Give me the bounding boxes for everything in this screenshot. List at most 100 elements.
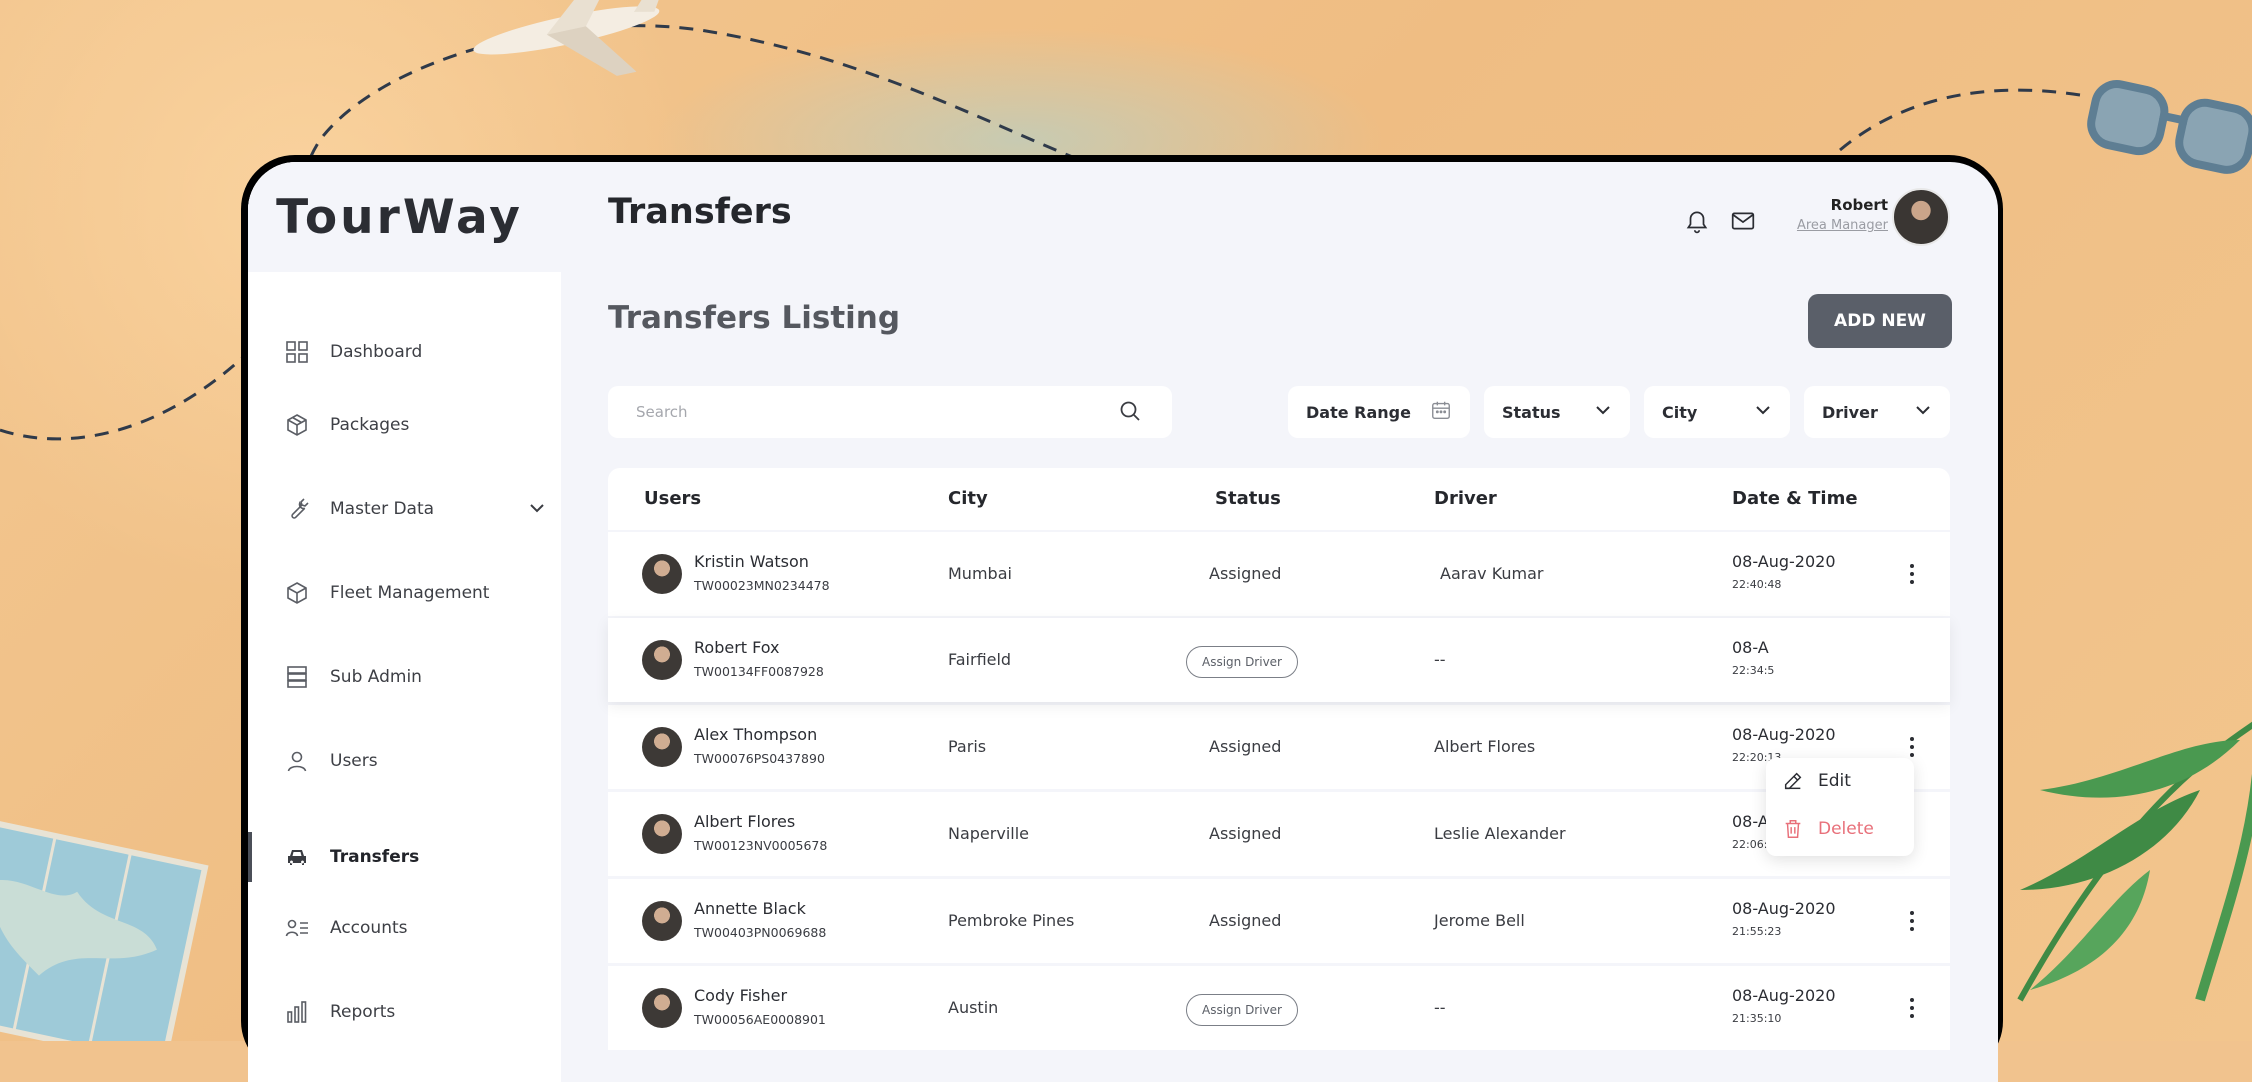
more-options-icon[interactable] xyxy=(1902,905,1922,937)
delete-menu-item[interactable]: Delete xyxy=(1782,818,1874,840)
pencil-icon xyxy=(1784,772,1802,790)
grid-icon xyxy=(284,339,310,365)
avatar xyxy=(642,901,682,941)
table-row[interactable]: Albert Flores TW00123NV0005678 Napervill… xyxy=(608,792,1950,876)
sidebar-item-label: Packages xyxy=(330,415,410,435)
assign-driver-button[interactable]: Assign Driver xyxy=(1186,994,1298,1026)
column-header-status[interactable]: Status xyxy=(1215,488,1281,509)
row-action-menu: Edit Delete xyxy=(1766,758,1914,856)
status-cell: Assigned xyxy=(1209,564,1282,583)
add-new-button[interactable]: ADD NEW xyxy=(1808,294,1952,348)
sidebar-item-packages[interactable]: Packages xyxy=(284,405,546,445)
user-role[interactable]: Area Manager xyxy=(1797,218,1888,233)
map-icon xyxy=(0,816,209,1041)
driver-cell: Leslie Alexander xyxy=(1434,824,1566,843)
date-range-label: Date Range xyxy=(1306,402,1411,422)
cube-icon xyxy=(284,580,310,606)
city-cell: Paris xyxy=(948,737,987,756)
sidebar-item-label: Accounts xyxy=(330,918,408,938)
transfers-table: Users City Status Driver Date & Time Kri… xyxy=(608,468,1950,1082)
sidebar-item-reports[interactable]: Reports xyxy=(284,992,546,1032)
time-cell: 22:40:48 xyxy=(1732,578,1782,591)
chevron-down-icon xyxy=(1914,401,1932,423)
sidebar-item-fleet-management[interactable]: Fleet Management xyxy=(284,573,546,613)
airplane-icon xyxy=(473,0,668,76)
chevron-down-icon[interactable] xyxy=(528,499,546,522)
table-row[interactable]: Robert Fox TW00134FF0087928 Fairfield As… xyxy=(608,618,1950,702)
delete-label: Delete xyxy=(1818,819,1874,839)
city-cell: Naperville xyxy=(948,824,1029,843)
table-row[interactable]: Annette Black TW00403PN0069688 Pembroke … xyxy=(608,879,1950,963)
user-name-cell: Alex Thompson xyxy=(694,725,818,744)
column-header-driver[interactable]: Driver xyxy=(1434,488,1497,509)
calendar-icon xyxy=(1430,399,1452,425)
sidebar-item-label: Users xyxy=(330,751,378,771)
column-header-date-time[interactable]: Date & Time xyxy=(1732,488,1858,509)
column-header-city[interactable]: City xyxy=(948,488,988,509)
chevron-down-icon xyxy=(1754,401,1772,423)
driver-cell: -- xyxy=(1434,998,1446,1017)
sidebar-item-label: Dashboard xyxy=(330,342,423,362)
more-options-icon[interactable] xyxy=(1902,992,1922,1024)
driver-filter-label: Driver xyxy=(1822,402,1878,422)
city-filter[interactable]: City xyxy=(1644,386,1790,438)
sidebar-item-dashboard[interactable]: Dashboard xyxy=(284,332,546,372)
user-id-cell: TW00076PS0437890 xyxy=(694,751,825,766)
city-cell: Austin xyxy=(948,998,999,1017)
city-filter-label: City xyxy=(1662,402,1698,422)
user-icon xyxy=(284,748,310,774)
sidebar-item-transfers[interactable]: Transfers xyxy=(284,837,546,877)
sidebar-item-label: Master Data xyxy=(330,499,435,519)
table-row[interactable]: Alex Thompson TW00076PS0437890 Paris Ass… xyxy=(608,705,1950,789)
city-cell: Pembroke Pines xyxy=(948,911,1075,930)
avatar[interactable] xyxy=(1892,188,1950,246)
active-indicator xyxy=(248,832,252,882)
date-cell: 08-Aug-2020 xyxy=(1732,725,1836,744)
avatar xyxy=(642,988,682,1028)
status-filter[interactable]: Status xyxy=(1484,386,1630,438)
sidebar-item-users[interactable]: Users xyxy=(284,741,546,781)
status-cell: Assigned xyxy=(1209,911,1282,930)
user-id-cell: TW00023MN0234478 xyxy=(694,578,830,593)
user-name-cell: Kristin Watson xyxy=(694,552,809,571)
page-title: Transfers xyxy=(608,192,792,232)
avatar xyxy=(642,554,682,594)
bar-chart-icon xyxy=(284,999,310,1025)
sidebar-item-master-data[interactable]: Master Data xyxy=(284,489,546,529)
bell-icon[interactable] xyxy=(1684,208,1710,234)
time-cell: 21:55:23 xyxy=(1732,925,1782,938)
avatar xyxy=(642,727,682,767)
avatar xyxy=(642,814,682,854)
city-cell: Mumbai xyxy=(948,564,1012,583)
status-cell: Assigned xyxy=(1209,737,1282,756)
sidebar-item-sub-admin[interactable]: Sub Admin xyxy=(284,657,546,697)
date-range-filter[interactable]: Date Range xyxy=(1288,386,1470,438)
date-cell: 08-Aug-2020 xyxy=(1732,986,1836,1005)
user-id-cell: TW00134FF0087928 xyxy=(694,664,824,679)
time-cell: 22:34:5 xyxy=(1732,664,1775,677)
search-icon[interactable] xyxy=(1118,399,1144,425)
driver-cell: Albert Flores xyxy=(1434,737,1536,756)
search-input[interactable] xyxy=(608,402,1118,422)
wrench-icon xyxy=(284,496,310,522)
sidebar-item-accounts[interactable]: Accounts xyxy=(284,908,546,948)
user-name-cell: Annette Black xyxy=(694,899,806,918)
more-options-icon[interactable] xyxy=(1902,558,1922,590)
user-name[interactable]: Robert xyxy=(1831,196,1888,214)
app-logo[interactable]: TourWay xyxy=(276,190,523,245)
table-row[interactable]: Cody Fisher TW00056AE0008901 Austin Assi… xyxy=(608,966,1950,1050)
driver-filter[interactable]: Driver xyxy=(1804,386,1950,438)
list-user-icon xyxy=(284,915,310,941)
app-screen: TourWay Dashboard Packages Master Data F… xyxy=(248,162,1998,1082)
user-id-cell: TW00123NV0005678 xyxy=(694,838,828,853)
user-name-cell: Cody Fisher xyxy=(694,986,788,1005)
column-header-users[interactable]: Users xyxy=(644,488,701,509)
edit-menu-item[interactable]: Edit xyxy=(1782,770,1851,792)
assign-driver-button[interactable]: Assign Driver xyxy=(1186,646,1298,678)
sidebar-item-label: Fleet Management xyxy=(330,583,490,603)
city-cell: Fairfield xyxy=(948,650,1012,669)
table-row[interactable]: Kristin Watson TW00023MN0234478 Mumbai A… xyxy=(608,532,1950,616)
date-cell: 08-Aug-2020 xyxy=(1732,552,1836,571)
mail-icon[interactable] xyxy=(1730,208,1756,234)
status-filter-label: Status xyxy=(1502,402,1561,422)
